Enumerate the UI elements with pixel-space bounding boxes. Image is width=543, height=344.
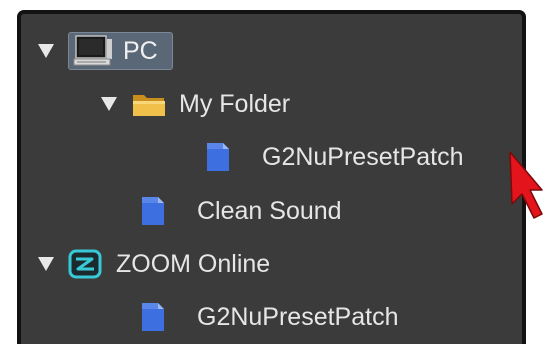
tree-item-zoom-online[interactable]: ZOOM Online [38,244,270,284]
zoom-online-icon [68,249,102,279]
tree-item-label: My Folder [179,89,291,118]
tree-item-label: G2NuPresetPatch [262,142,464,171]
mouse-cursor-icon [509,151,543,219]
tree-item-label: Clean Sound [197,196,342,225]
tree-item-clean-sound[interactable]: Clean Sound [139,191,342,231]
tree-item-pc-selection[interactable]: PC [68,32,173,70]
tree-item-pc[interactable]: PC [38,31,173,71]
expand-triangle-icon[interactable] [101,97,117,111]
tree-item-online-patch[interactable]: G2NuPresetPatch [139,297,399,337]
tree-item-my-folder[interactable]: My Folder [101,84,290,124]
tree-item-label: PC [123,36,158,65]
screenshot-stage: PC My Folder G2NuPresetPatch Clean Sound… [0,0,543,344]
tree-item-label: ZOOM Online [116,249,271,278]
patch-file-icon [142,303,164,331]
expand-triangle-icon[interactable] [38,44,54,58]
patch-file-icon [142,197,164,225]
folder-icon [133,95,165,116]
tree-item-patch[interactable]: G2NuPresetPatch [204,137,464,177]
file-tree-panel: PC My Folder G2NuPresetPatch Clean Sound… [17,10,526,344]
expand-triangle-icon[interactable] [38,257,54,271]
computer-icon [73,35,112,66]
patch-file-icon [207,143,229,171]
tree-item-label: G2NuPresetPatch [197,302,399,331]
